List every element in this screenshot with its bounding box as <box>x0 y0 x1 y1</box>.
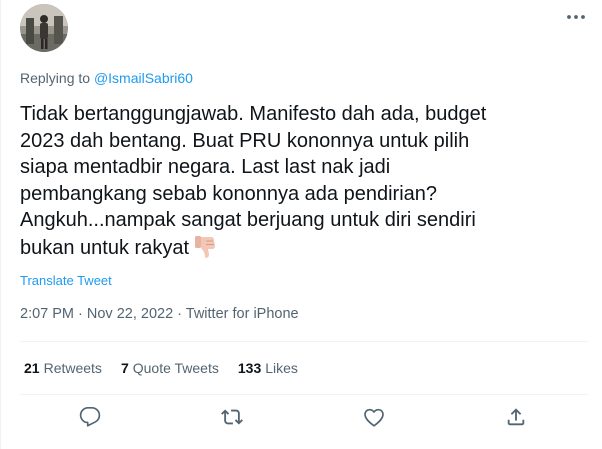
tweet-text-last-line: bukan untuk rakyat <box>20 234 580 268</box>
retweet-icon <box>221 409 243 425</box>
tweet-text-line: 2023 dah bentang. Buat PRU kononnya untu… <box>20 129 470 152</box>
quote-tweets-count: 7 <box>120 360 129 376</box>
tweet-text-line: pembangkang sebab kononnya ada pendirian… <box>20 182 438 205</box>
tweet-metadata: 2:07 PM · Nov 22, 2022 · Twitter for iPh… <box>20 306 299 322</box>
tweet-text-line: siapa mentadbir negara. Last last nak ja… <box>20 156 391 178</box>
tweet-text-line: Angkuh...nampak sangat berjuang untuk di… <box>20 209 476 231</box>
more-horizontal-icon <box>567 15 585 19</box>
tweet-text: Tidak bertanggungjawab. Manifesto dah ad… <box>20 101 580 267</box>
tweet-time[interactable]: 2:07 PM <box>20 306 74 322</box>
tweet-text-line: bukan untuk rakyat <box>20 236 189 259</box>
avatar[interactable] <box>20 4 68 52</box>
retweets-label: Retweets <box>43 360 102 376</box>
replying-handle-link[interactable]: @IsmailSabri60 <box>94 70 193 86</box>
avatar-image <box>20 4 68 52</box>
tweet-detail: Replying to @IsmailSabri60 Tidak bertang… <box>0 0 602 449</box>
likes-label: Likes <box>265 360 298 376</box>
replying-prefix: Replying to <box>20 70 94 86</box>
quote-tweets-label: Quote Tweets <box>132 360 219 376</box>
share-button[interactable] <box>504 405 528 429</box>
meta-separator: · <box>173 306 186 322</box>
retweets-count: 21 <box>24 360 40 376</box>
tweet-source[interactable]: Twitter for iPhone <box>186 306 299 322</box>
retweets-stat[interactable]: 21 Retweets <box>24 360 102 376</box>
thumbs-down-icon <box>193 234 219 268</box>
heart-icon <box>364 408 384 427</box>
translate-tweet-link[interactable]: Translate Tweet <box>20 273 112 288</box>
more-options-button[interactable] <box>564 8 588 26</box>
reply-button[interactable] <box>78 405 102 429</box>
divider <box>20 394 588 395</box>
quote-tweets-stat[interactable]: 7 Quote Tweets <box>121 360 219 376</box>
engagement-stats: 21 Retweets 7 Quote Tweets 133 Likes <box>24 360 317 376</box>
likes-stat[interactable]: 133 Likes <box>238 360 298 376</box>
tweet-text-line: Tidak bertanggungjawab. Manifesto dah ad… <box>20 103 487 125</box>
retweet-button[interactable] <box>220 405 244 429</box>
divider <box>20 341 588 342</box>
replying-to: Replying to @IsmailSabri60 <box>20 70 193 86</box>
likes-count: 133 <box>237 360 262 376</box>
tweet-date[interactable]: Nov 22, 2022 <box>87 306 173 322</box>
share-icon <box>507 408 525 426</box>
like-button[interactable] <box>362 405 386 429</box>
reply-icon <box>79 407 101 427</box>
meta-separator: · <box>74 306 87 322</box>
